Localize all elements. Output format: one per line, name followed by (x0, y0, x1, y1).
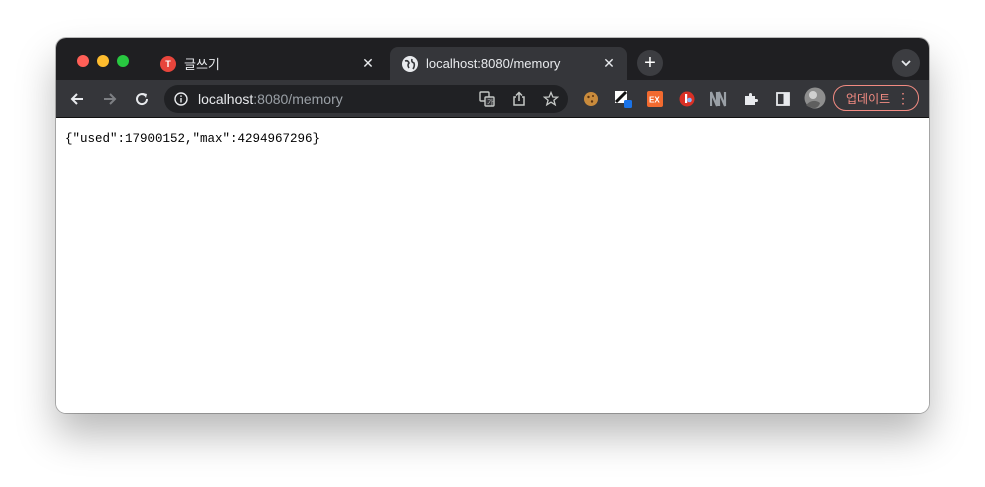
tab-label: localhost:8080/memory (426, 56, 561, 71)
pencil-ext-icon[interactable] (614, 90, 632, 108)
address-bar[interactable]: localhost:8080/memory 가 (164, 85, 568, 113)
reload-icon (136, 93, 149, 106)
back-button[interactable] (66, 88, 88, 110)
more-menu-icon[interactable]: ⋮ (896, 90, 910, 106)
arrow-right-icon (104, 93, 117, 105)
cookie-icon[interactable] (582, 90, 600, 108)
close-icon[interactable]: ✕ (601, 55, 617, 72)
minimize-window-button[interactable] (97, 55, 109, 67)
close-window-button[interactable] (77, 55, 89, 67)
close-icon[interactable]: ✕ (360, 55, 376, 72)
forward-button[interactable] (99, 88, 121, 110)
red-ext-icon[interactable] (678, 90, 696, 108)
arrow-left-icon (70, 93, 83, 105)
browser-window: T 글쓰기 ✕ localhost:8080/memory ✕ + localh… (56, 38, 929, 413)
update-label: 업데이트 (846, 91, 891, 106)
share-icon[interactable] (511, 91, 527, 107)
tab-search-button[interactable] (892, 49, 920, 77)
ex-ext-icon[interactable]: EX (646, 90, 664, 108)
page-content: {"used":17900152,"max":4294967296} (56, 118, 929, 413)
tab-inactive[interactable]: T 글쓰기 ✕ (148, 47, 386, 80)
reload-button[interactable] (131, 88, 153, 110)
sidepanel-icon[interactable] (774, 90, 792, 108)
tab-favicon-icon: T (160, 55, 176, 72)
globe-icon (402, 55, 418, 72)
profile-avatar[interactable] (804, 87, 826, 109)
zoom-window-button[interactable] (117, 55, 129, 67)
update-button[interactable]: 업데이트 ⋮ (833, 85, 919, 111)
info-icon[interactable] (174, 92, 188, 106)
new-tab-button[interactable]: + (637, 50, 663, 76)
n-ext-icon[interactable] (710, 90, 728, 108)
tab-active[interactable]: localhost:8080/memory ✕ (390, 47, 627, 80)
tab-label: 글쓰기 (184, 57, 220, 72)
json-response-text: {"used":17900152,"max":4294967296} (65, 132, 321, 146)
url-host: localhost (198, 91, 254, 107)
tab-strip: T 글쓰기 ✕ localhost:8080/memory ✕ + (56, 38, 929, 80)
translate-icon[interactable]: 가 (479, 91, 495, 107)
star-icon[interactable] (543, 91, 559, 107)
svg-text:EX: EX (649, 96, 660, 105)
url-path: :8080/memory (253, 91, 343, 107)
puzzle-icon[interactable] (742, 90, 760, 108)
chevron-down-icon (901, 60, 911, 67)
svg-text:가: 가 (487, 98, 494, 107)
url-text: localhost:8080/memory (198, 91, 343, 107)
